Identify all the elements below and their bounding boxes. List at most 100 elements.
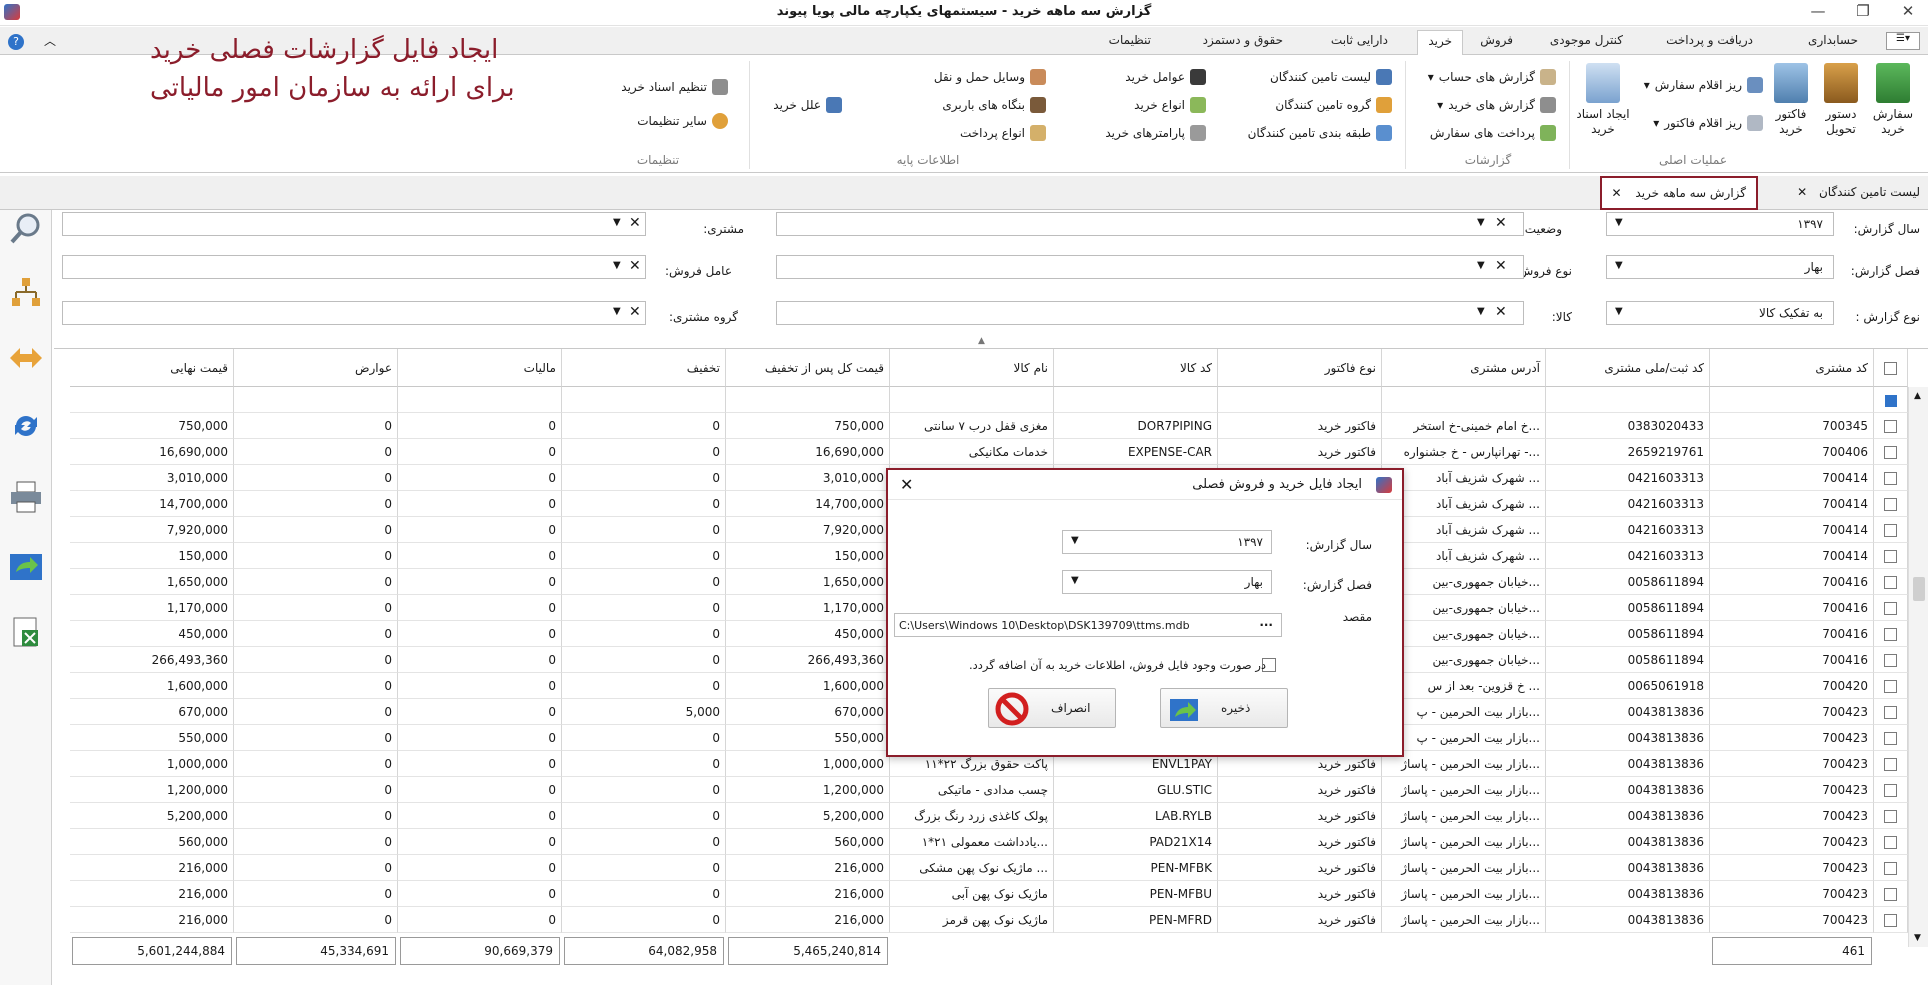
table-cell[interactable]: ...بازار بیت الحرمین - پ xyxy=(1382,725,1546,751)
table-cell[interactable]: 0 xyxy=(234,725,398,751)
account-reports-button[interactable]: گزارش های حساب ▾ xyxy=(1428,69,1556,85)
dialog-year-select[interactable]: ۱۳۹۷ ▼ xyxy=(1062,530,1272,554)
close-window-button[interactable]: ✕ xyxy=(1888,2,1928,22)
table-cell[interactable]: LAB.RYLB xyxy=(1054,803,1218,829)
table-cell[interactable]: 0 xyxy=(398,569,562,595)
table-cell[interactable]: ماژیک نوک پهن قرمز xyxy=(890,907,1054,933)
supplier-group-button[interactable]: گروه تامین کنندگان xyxy=(1275,97,1392,113)
table-cell[interactable]: 2659219761 xyxy=(1546,439,1710,465)
other-settings-button[interactable]: سایر تنظیمات xyxy=(637,113,728,129)
table-cell[interactable]: 1,200,000 xyxy=(70,777,234,803)
select-all-checkbox[interactable] xyxy=(1884,362,1897,375)
dialog-dest-field[interactable]: C:\Users\Windows 10\Desktop\DSK139709\tt… xyxy=(894,613,1282,637)
table-cell[interactable]: 550,000 xyxy=(726,725,890,751)
table-cell[interactable]: 700414 xyxy=(1710,517,1874,543)
table-cell[interactable]: 0 xyxy=(234,491,398,517)
column-header[interactable]: کد مشتری xyxy=(1710,349,1874,387)
table-cell[interactable]: 700414 xyxy=(1710,465,1874,491)
create-purchase-docs-button[interactable]: ایجاد اسناد خرید xyxy=(1575,63,1631,137)
table-cell[interactable]: 0 xyxy=(234,517,398,543)
table-cell[interactable]: 0 xyxy=(398,595,562,621)
table-cell[interactable]: ...بازار بیت الحرمین - پ xyxy=(1382,699,1546,725)
filter-cell[interactable] xyxy=(1054,387,1218,413)
table-cell[interactable]: 0421603313 xyxy=(1546,491,1710,517)
order-items-button[interactable]: ریز اقلام سفارش ▾ xyxy=(1644,77,1763,93)
table-cell[interactable]: 0 xyxy=(398,881,562,907)
table-cell[interactable]: PEN-MFBU xyxy=(1054,881,1218,907)
report-type-select[interactable]: به تفکیک کالا ▼ xyxy=(1606,301,1834,325)
table-cell[interactable]: 0 xyxy=(562,881,726,907)
row-checkbox-cell[interactable] xyxy=(1874,881,1908,907)
row-checkbox-cell[interactable] xyxy=(1874,647,1908,673)
row-checkbox[interactable] xyxy=(1884,446,1897,459)
purchase-doc-setup-button[interactable]: تنظیم اسناد خرید xyxy=(621,79,728,95)
chevron-down-icon[interactable]: ▼ xyxy=(613,217,621,228)
table-cell[interactable]: 1,200,000 xyxy=(726,777,890,803)
row-checkbox[interactable] xyxy=(1884,498,1897,511)
tab-settings[interactable]: تنظیمات xyxy=(1109,33,1151,47)
table-cell[interactable]: فاکتور خرید xyxy=(1218,829,1382,855)
purchase-invoice-button[interactable]: فاکتور خرید xyxy=(1766,63,1816,137)
tab-sales[interactable]: فروش xyxy=(1480,33,1513,47)
table-cell[interactable]: 670,000 xyxy=(726,699,890,725)
table-cell[interactable]: 7,920,000 xyxy=(726,517,890,543)
purchase-reports-button[interactable]: گزارش های خرید ▾ xyxy=(1437,97,1556,113)
table-cell[interactable]: 0 xyxy=(562,803,726,829)
table-cell[interactable]: 700416 xyxy=(1710,647,1874,673)
table-cell[interactable]: فاکتور خرید xyxy=(1218,881,1382,907)
row-checkbox[interactable] xyxy=(1884,524,1897,537)
table-cell[interactable]: 700423 xyxy=(1710,907,1874,933)
table-cell[interactable]: 0 xyxy=(234,829,398,855)
tab-supplier-list[interactable]: لیست تامین کنندگان ✕ xyxy=(1797,185,1920,199)
table-cell[interactable]: 0 xyxy=(398,439,562,465)
row-checkbox-cell[interactable] xyxy=(1874,439,1908,465)
table-cell[interactable]: 1,650,000 xyxy=(70,569,234,595)
invoice-items-button[interactable]: ریز اقلام فاکتور ▾ xyxy=(1653,115,1763,131)
table-cell[interactable]: 0 xyxy=(562,569,726,595)
table-cell[interactable]: 7,920,000 xyxy=(70,517,234,543)
row-checkbox-cell[interactable] xyxy=(1874,673,1908,699)
table-cell[interactable]: 0 xyxy=(398,517,562,543)
tab-receive-pay[interactable]: دریافت و پرداخت xyxy=(1666,33,1753,47)
column-header[interactable]: آدرس مشتری xyxy=(1382,349,1546,387)
clear-icon[interactable]: ✕ xyxy=(1495,258,1507,274)
row-checkbox[interactable] xyxy=(1884,550,1897,563)
restore-window-button[interactable]: ❐ xyxy=(1843,2,1883,22)
table-cell[interactable]: 0 xyxy=(562,855,726,881)
table-cell[interactable]: 0 xyxy=(562,751,726,777)
table-cell[interactable]: ...خیابان جمهوری-بین xyxy=(1382,621,1546,647)
table-cell[interactable]: PEN-MFBK xyxy=(1054,855,1218,881)
table-cell[interactable]: ...خیابان جمهوری-بین xyxy=(1382,595,1546,621)
print-icon[interactable] xyxy=(8,478,44,514)
table-cell[interactable]: خدمات مکانیکی xyxy=(890,439,1054,465)
season-select[interactable]: بهار ▼ xyxy=(1606,255,1834,279)
row-checkbox[interactable] xyxy=(1884,680,1897,693)
table-cell[interactable]: 0 xyxy=(398,413,562,439)
table-cell[interactable]: فاکتور خرید xyxy=(1218,803,1382,829)
table-cell[interactable]: 150,000 xyxy=(70,543,234,569)
table-cell[interactable]: 0 xyxy=(562,439,726,465)
row-checkbox-cell[interactable] xyxy=(1874,621,1908,647)
delivery-order-button[interactable]: دستور تحویل xyxy=(1816,63,1866,137)
table-cell[interactable]: 0 xyxy=(562,829,726,855)
row-checkbox-cell[interactable] xyxy=(1874,725,1908,751)
save-button[interactable]: ذخیره xyxy=(1160,688,1288,728)
chevron-down-icon[interactable]: ▼ xyxy=(1477,217,1485,228)
tab-quarterly-purchase-report[interactable]: گزارش سه ماهه خرید ✕ xyxy=(1599,176,1758,210)
clear-icon[interactable]: ✕ xyxy=(629,304,641,320)
table-cell[interactable]: مغزی قفل درب ۷ سانتی xyxy=(890,413,1054,439)
table-cell[interactable]: 0 xyxy=(562,621,726,647)
table-cell[interactable]: 5,200,000 xyxy=(726,803,890,829)
table-cell[interactable]: 216,000 xyxy=(70,881,234,907)
table-cell[interactable]: 700423 xyxy=(1710,699,1874,725)
table-cell[interactable]: 5,000 xyxy=(562,699,726,725)
row-checkbox[interactable] xyxy=(1884,628,1897,641)
chevron-down-icon[interactable]: ▼ xyxy=(1477,306,1485,317)
table-cell[interactable]: 5,200,000 xyxy=(70,803,234,829)
buyer-agents-button[interactable]: عوامل خرید xyxy=(1125,69,1206,85)
year-select[interactable]: ۱۳۹۷ ▼ xyxy=(1606,212,1834,236)
tab-accounting[interactable]: حسابداری xyxy=(1808,33,1858,47)
help-icon[interactable]: ? xyxy=(8,34,24,50)
freight-button[interactable]: بنگاه های باربری xyxy=(942,97,1046,113)
payment-types-button[interactable]: انواع پرداخت xyxy=(960,125,1046,141)
